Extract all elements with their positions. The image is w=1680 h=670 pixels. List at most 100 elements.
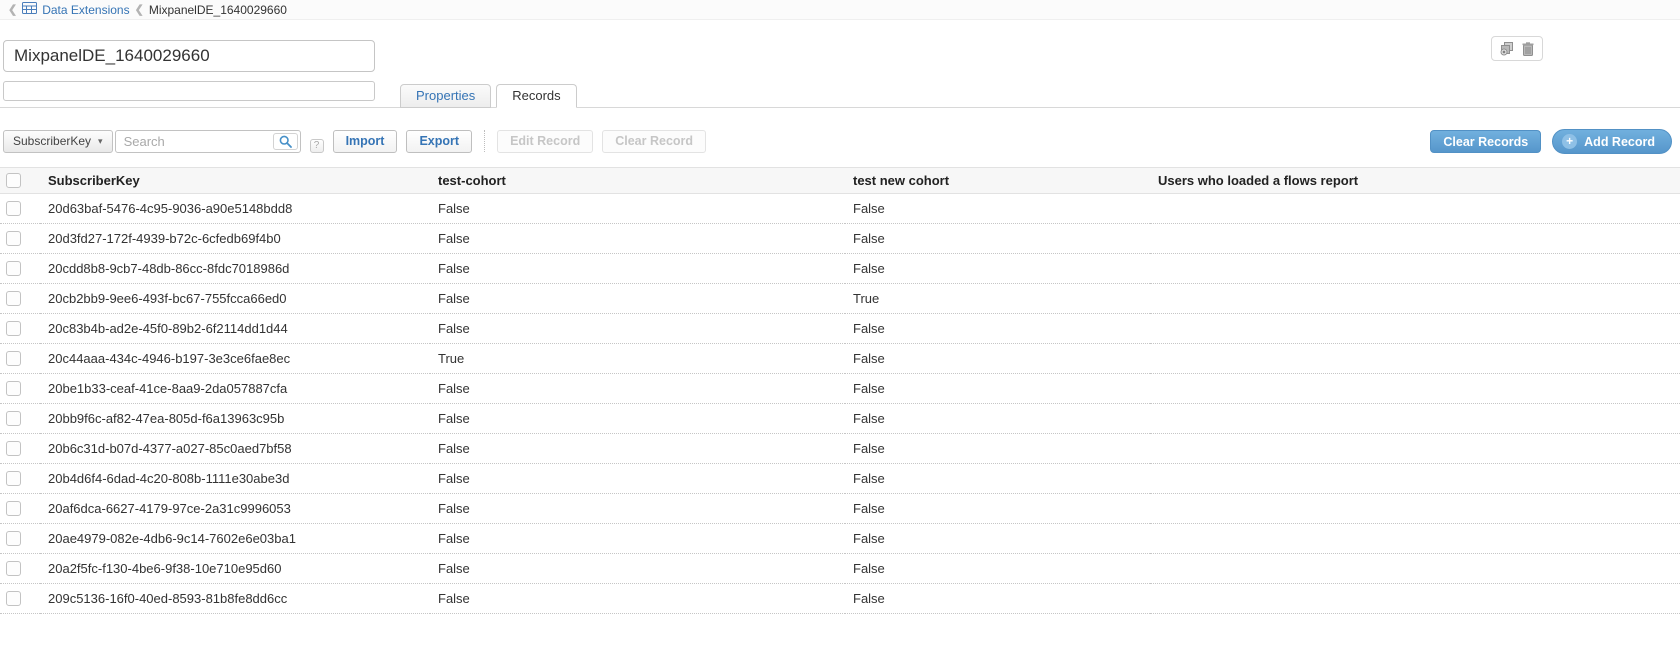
table-row[interactable]: 20c44aaa-434c-4946-b197-3e3ce6fae8ec Tru… bbox=[0, 344, 1680, 374]
row-checkbox[interactable] bbox=[6, 471, 21, 486]
plus-icon: + bbox=[1562, 134, 1577, 149]
table-row[interactable]: 20c83b4b-ad2e-45f0-89b2-6f2114dd1d44 Fal… bbox=[0, 314, 1680, 344]
data-extension-name-input[interactable] bbox=[3, 40, 375, 72]
table-row[interactable]: 20bb9f6c-af82-47ea-805d-f6a13963c95b Fal… bbox=[0, 404, 1680, 434]
clear-record-button[interactable]: Clear Record bbox=[602, 130, 706, 153]
cell-subscriber-key: 20c44aaa-434c-4946-b197-3e3ce6fae8ec bbox=[40, 344, 430, 374]
table-row[interactable]: 20a2f5fc-f130-4be6-9f38-10e710e95d60 Fal… bbox=[0, 554, 1680, 584]
cell-test-new-cohort: False bbox=[845, 524, 1150, 554]
breadcrumb-current: MixpanelDE_1640029660 bbox=[149, 3, 287, 17]
search-icon bbox=[279, 135, 292, 148]
cell-test-new-cohort: False bbox=[845, 314, 1150, 344]
column-header-subscriber-key[interactable]: SubscriberKey bbox=[40, 168, 430, 194]
cell-subscriber-key: 20ae4979-082e-4db6-9c14-7602e6e03ba1 bbox=[40, 524, 430, 554]
table-row[interactable]: 20be1b33-ceaf-41ce-8aa9-2da057887cfa Fal… bbox=[0, 374, 1680, 404]
tab-bar: Properties Records bbox=[400, 84, 577, 108]
cell-test-cohort: False bbox=[430, 404, 845, 434]
cell-test-cohort: False bbox=[430, 434, 845, 464]
row-checkbox[interactable] bbox=[6, 411, 21, 426]
cell-users-flows-report bbox=[1150, 254, 1680, 284]
cell-test-new-cohort: False bbox=[845, 494, 1150, 524]
copy-icon[interactable] bbox=[1500, 42, 1514, 56]
row-checkbox[interactable] bbox=[6, 531, 21, 546]
cell-users-flows-report bbox=[1150, 434, 1680, 464]
cell-test-cohort: True bbox=[430, 344, 845, 374]
cell-subscriber-key: 209c5136-16f0-40ed-8593-81b8fe8dd6cc bbox=[40, 584, 430, 614]
cell-test-new-cohort: False bbox=[845, 554, 1150, 584]
header-actions bbox=[1491, 36, 1543, 61]
breadcrumb: ❮ Data Extensions ❮ MixpanelDE_164002966… bbox=[0, 0, 1680, 20]
table-row[interactable]: 20b4d6f4-6dad-4c20-808b-1111e30abe3d Fal… bbox=[0, 464, 1680, 494]
edit-record-button[interactable]: Edit Record bbox=[497, 130, 593, 153]
clear-records-button[interactable]: Clear Records bbox=[1430, 130, 1541, 153]
search-button[interactable] bbox=[273, 133, 298, 150]
cell-users-flows-report bbox=[1150, 374, 1680, 404]
table-row[interactable]: 209c5136-16f0-40ed-8593-81b8fe8dd6cc Fal… bbox=[0, 584, 1680, 614]
table-row[interactable]: 20cb2bb9-9ee6-493f-bc67-755fcca66ed0 Fal… bbox=[0, 284, 1680, 314]
cell-users-flows-report bbox=[1150, 554, 1680, 584]
row-checkbox[interactable] bbox=[6, 381, 21, 396]
records-table: SubscriberKey test-cohort test new cohor… bbox=[0, 167, 1680, 614]
table-row[interactable]: 20d3fd27-172f-4939-b72c-6cfedb69f4b0 Fal… bbox=[0, 224, 1680, 254]
back-chevron-icon[interactable]: ❮ bbox=[8, 3, 17, 16]
data-extension-grid-icon bbox=[22, 2, 37, 17]
table-row[interactable]: 20af6dca-6627-4179-97ce-2a31c9996053 Fal… bbox=[0, 494, 1680, 524]
breadcrumb-separator-icon: ❮ bbox=[135, 3, 144, 16]
table-row[interactable]: 20d63baf-5476-4c95-9036-a90e5148bdd8 Fal… bbox=[0, 194, 1680, 224]
column-header-test-cohort[interactable]: test-cohort bbox=[430, 168, 845, 194]
cell-users-flows-report bbox=[1150, 464, 1680, 494]
search-field-dropdown-value: SubscriberKey bbox=[13, 134, 91, 148]
toolbar-separator bbox=[484, 130, 485, 152]
cell-test-cohort: False bbox=[430, 554, 845, 584]
select-all-checkbox[interactable] bbox=[6, 173, 21, 188]
cell-test-cohort: False bbox=[430, 494, 845, 524]
tab-properties[interactable]: Properties bbox=[400, 84, 491, 108]
add-record-button[interactable]: + Add Record bbox=[1552, 129, 1672, 154]
row-checkbox[interactable] bbox=[6, 201, 21, 216]
cell-test-new-cohort: False bbox=[845, 404, 1150, 434]
row-checkbox[interactable] bbox=[6, 561, 21, 576]
table-row[interactable]: 20cdd8b8-9cb7-48db-86cc-8fdc7018986d Fal… bbox=[0, 254, 1680, 284]
cell-users-flows-report bbox=[1150, 584, 1680, 614]
search-field-dropdown[interactable]: SubscriberKey ▾ bbox=[3, 130, 113, 153]
export-button[interactable]: Export bbox=[406, 130, 472, 153]
row-checkbox[interactable] bbox=[6, 441, 21, 456]
data-extension-description-input[interactable] bbox=[3, 81, 375, 101]
cell-subscriber-key: 20bb9f6c-af82-47ea-805d-f6a13963c95b bbox=[40, 404, 430, 434]
breadcrumb-data-extensions-link[interactable]: Data Extensions bbox=[42, 3, 129, 17]
cell-test-new-cohort: False bbox=[845, 254, 1150, 284]
table-row[interactable]: 20ae4979-082e-4db6-9c14-7602e6e03ba1 Fal… bbox=[0, 524, 1680, 554]
add-record-label: Add Record bbox=[1584, 135, 1655, 149]
table-row[interactable]: 20b6c31d-b07d-4377-a027-85c0aed7bf58 Fal… bbox=[0, 434, 1680, 464]
cell-test-cohort: False bbox=[430, 224, 845, 254]
row-checkbox[interactable] bbox=[6, 351, 21, 366]
cell-users-flows-report bbox=[1150, 524, 1680, 554]
cell-test-cohort: False bbox=[430, 524, 845, 554]
records-toolbar-right: Clear Records + Add Record bbox=[1430, 129, 1672, 154]
row-checkbox[interactable] bbox=[6, 231, 21, 246]
cell-subscriber-key: 20cb2bb9-9ee6-493f-bc67-755fcca66ed0 bbox=[40, 284, 430, 314]
cell-test-new-cohort: False bbox=[845, 194, 1150, 224]
cell-users-flows-report bbox=[1150, 224, 1680, 254]
tab-records[interactable]: Records bbox=[496, 84, 576, 108]
row-checkbox[interactable] bbox=[6, 291, 21, 306]
row-checkbox[interactable] bbox=[6, 501, 21, 516]
import-button[interactable]: Import bbox=[333, 130, 398, 153]
column-header-test-new-cohort[interactable]: test new cohort bbox=[845, 168, 1150, 194]
cell-test-cohort: False bbox=[430, 464, 845, 494]
row-checkbox[interactable] bbox=[6, 261, 21, 276]
search-input[interactable] bbox=[116, 131, 268, 152]
column-header-users-flows-report[interactable]: Users who loaded a flows report bbox=[1150, 168, 1680, 194]
row-checkbox[interactable] bbox=[6, 321, 21, 336]
cell-subscriber-key: 20c83b4b-ad2e-45f0-89b2-6f2114dd1d44 bbox=[40, 314, 430, 344]
records-toolbar: SubscriberKey ▾ ? Import Export Edit Rec… bbox=[3, 129, 706, 153]
row-checkbox[interactable] bbox=[6, 591, 21, 606]
cell-test-cohort: False bbox=[430, 374, 845, 404]
help-icon[interactable]: ? bbox=[310, 139, 324, 153]
cell-test-new-cohort: True bbox=[845, 284, 1150, 314]
cell-test-cohort: False bbox=[430, 284, 845, 314]
cell-test-new-cohort: False bbox=[845, 584, 1150, 614]
trash-icon[interactable] bbox=[1522, 42, 1534, 56]
cell-subscriber-key: 20d3fd27-172f-4939-b72c-6cfedb69f4b0 bbox=[40, 224, 430, 254]
chevron-down-icon: ▾ bbox=[98, 136, 103, 147]
